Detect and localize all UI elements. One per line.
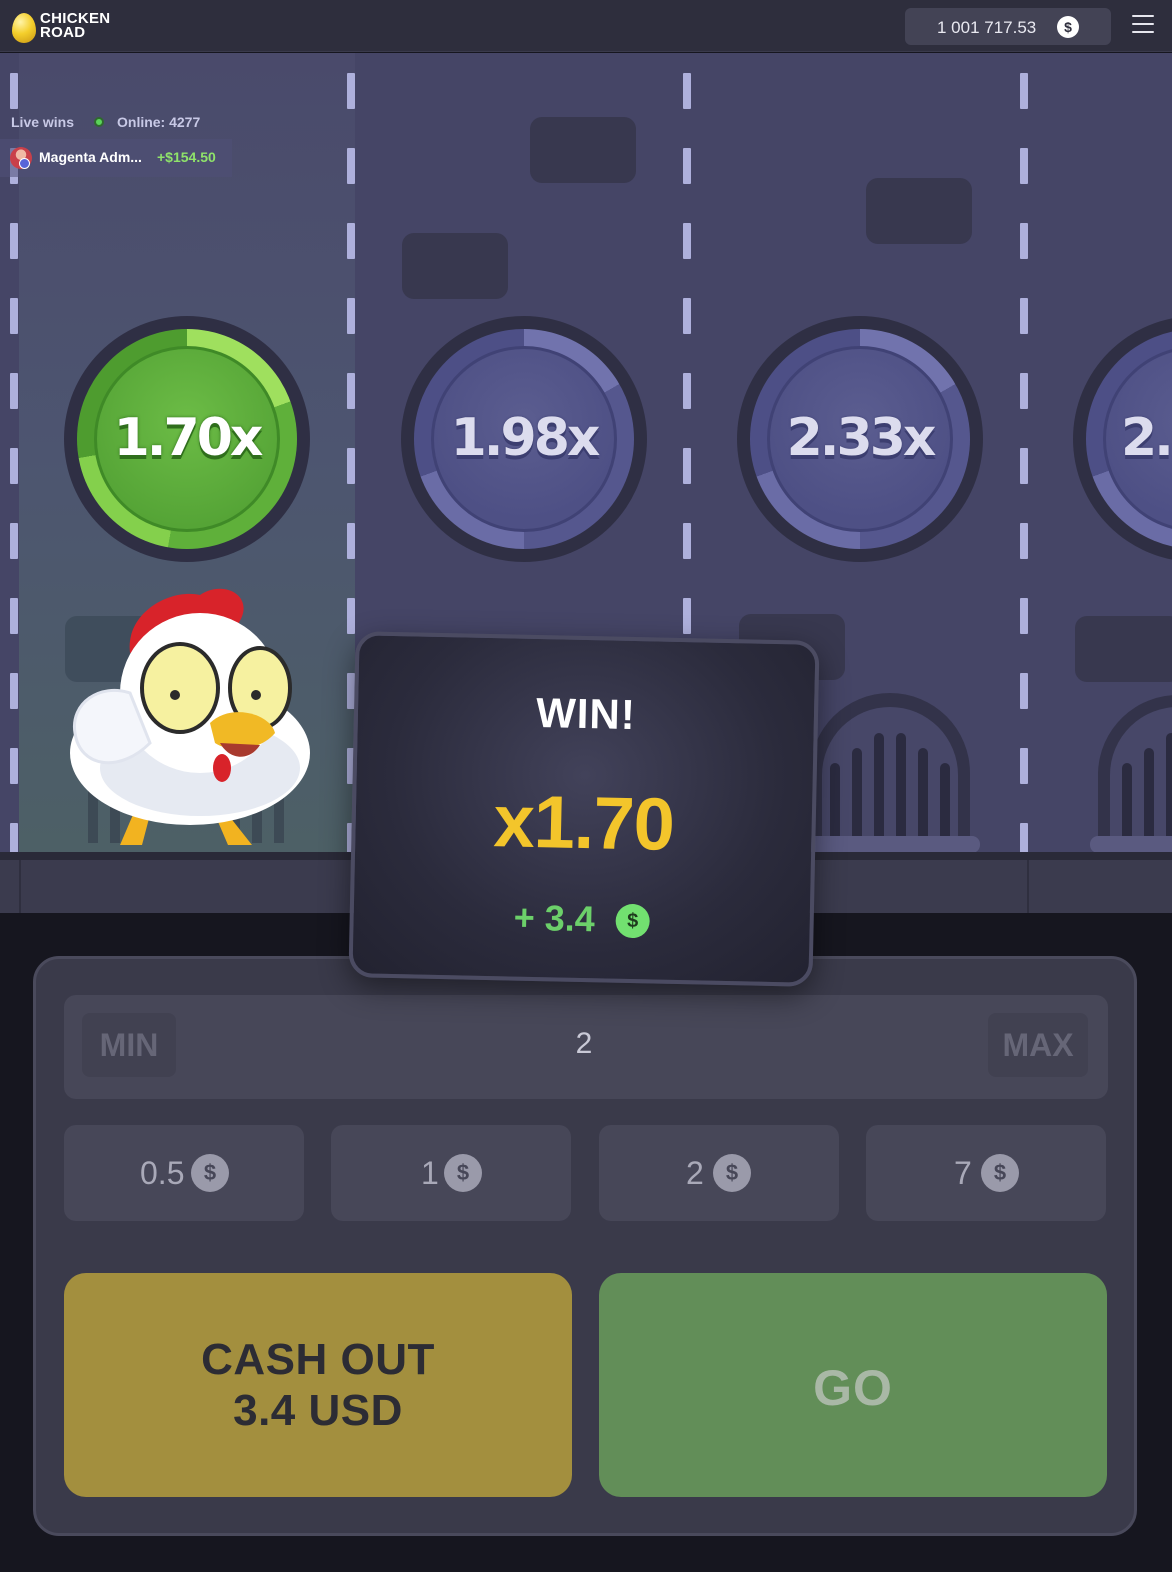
balance-display[interactable]: 1 001 717.53 $ — [905, 8, 1111, 45]
go-label: GO — [813, 1360, 893, 1416]
cash-out-amount: 3.4 USD — [233, 1386, 403, 1435]
dollar-icon: $ — [981, 1154, 1019, 1192]
cash-out-button[interactable]: CASH OUT 3.4 USD — [64, 1273, 572, 1497]
multiplier-coin[interactable]: 2.5 — [1073, 316, 1172, 562]
stake-value[interactable]: 2 — [524, 1027, 644, 1061]
multiplier-label: 2.5 — [1121, 408, 1172, 468]
quick-bet-button[interactable]: 2 $ — [599, 1125, 839, 1221]
multiplier-coin-current: 1.70x — [64, 316, 310, 562]
sidewalk-joint — [19, 860, 21, 913]
manhole-cover — [866, 178, 972, 244]
multiplier-label: 2.33x — [786, 408, 937, 468]
quick-bet-button[interactable]: 7 $ — [866, 1125, 1106, 1221]
multiplier-label: 1.98x — [450, 408, 601, 468]
multiplier-coin[interactable]: 1.98x — [401, 316, 647, 562]
quick-bet-button[interactable]: 1 $ — [331, 1125, 571, 1221]
sewer-grate-icon — [800, 693, 980, 853]
dollar-icon: $ — [713, 1154, 751, 1192]
win-amount: + 3.4 — [513, 896, 596, 940]
quick-bet-amount: 0.5 — [140, 1155, 185, 1191]
quick-bet-amount: 1 — [421, 1155, 439, 1191]
manhole-cover — [1075, 616, 1172, 682]
bet-panel: MIN 2 MAX 0.5 $ 1 $ 2 $ 7 $ CASH OUT 3.4… — [33, 956, 1137, 1536]
quick-bet-button[interactable]: 0.5 $ — [64, 1125, 304, 1221]
win-multiplier: x1.70 — [492, 779, 675, 866]
egg-icon — [12, 13, 36, 43]
logo-text: CHICKEN ROAD — [40, 11, 130, 41]
live-win-entry: Magenta Adm... +$154.50 — [0, 139, 232, 177]
win-popup: WIN! x1.70 + 3.4 $ — [348, 631, 820, 987]
quick-bet-amount: 2 — [686, 1155, 704, 1191]
max-button[interactable]: MAX — [988, 1013, 1088, 1077]
live-win-amount: +$154.50 — [157, 149, 216, 165]
online-count: Online: 4277 — [117, 114, 201, 130]
top-bar: CHICKEN ROAD 1 001 717.53 $ — [0, 0, 1172, 52]
cash-out-label: CASH OUT — [201, 1335, 435, 1384]
balance-amount: 1 001 717.53 — [937, 18, 1037, 37]
multiplier-label: 1.70x — [113, 408, 264, 468]
lane-divider — [1020, 73, 1028, 859]
online-status-icon — [94, 117, 104, 127]
sidewalk-joint — [1027, 860, 1029, 913]
live-win-player: Magenta Adm... — [39, 149, 142, 165]
hamburger-menu-icon[interactable] — [1132, 15, 1154, 35]
live-wins-title[interactable]: Live wins — [11, 114, 74, 130]
manhole-cover — [530, 117, 636, 183]
go-button[interactable]: GO — [599, 1273, 1107, 1497]
sewer-grate-icon — [1090, 695, 1172, 853]
min-button[interactable]: MIN — [82, 1013, 176, 1077]
logo-line-2: ROAD — [40, 24, 86, 41]
multiplier-coin[interactable]: 2.33x — [737, 316, 983, 562]
dollar-icon: $ — [615, 903, 651, 939]
win-title: WIN! — [535, 688, 637, 739]
quick-bet-amount: 7 — [954, 1155, 972, 1191]
manhole-cover — [402, 233, 508, 299]
avatar-badge-icon — [19, 158, 30, 169]
dollar-icon: $ — [191, 1154, 229, 1192]
chicken-icon — [70, 588, 310, 845]
dollar-icon: $ — [1057, 16, 1079, 38]
dollar-icon: $ — [444, 1154, 482, 1192]
stake-input[interactable]: MIN 2 MAX — [64, 995, 1108, 1099]
chicken-road-logo[interactable]: CHICKEN ROAD — [12, 10, 122, 44]
lane-divider — [10, 73, 18, 859]
